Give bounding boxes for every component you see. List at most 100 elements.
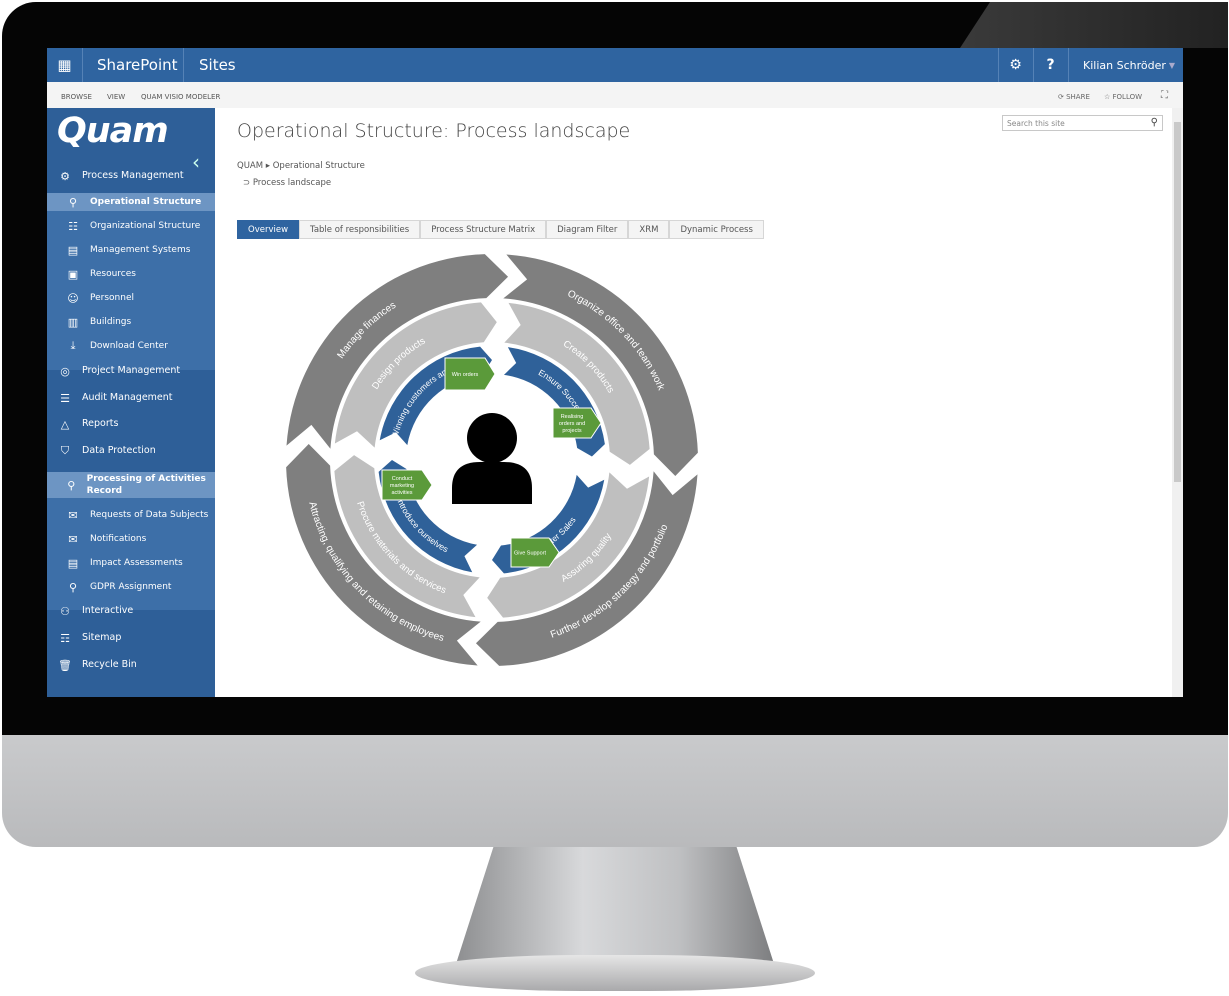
sidebar-item-buildings[interactable]: ▥ Buildings [47, 313, 215, 331]
doc-lock-icon: ▤ [67, 556, 79, 570]
monitor-stand [455, 847, 775, 967]
tab-xrm[interactable]: XRM [628, 220, 670, 239]
sidebar-item-label: Data Protection [82, 444, 156, 456]
tab-diagram-filter[interactable]: Diagram Filter [546, 220, 629, 239]
task-label: Give Support [514, 551, 547, 557]
sidebar-item-label: Buildings [90, 316, 132, 327]
task-label: Conduct marketing activities [390, 476, 414, 496]
help-button[interactable]: ? [1033, 48, 1067, 82]
suite-bar: ▦ SharePoint Sites ⚙ ? Kilian Schröder ▼ [47, 48, 1183, 82]
sidebar-item-data-protection[interactable]: ⛉ Data Protection [47, 442, 215, 460]
people-icon: ☺ [67, 291, 79, 305]
caret-down-icon: ▼ [1168, 61, 1175, 70]
audit-icon: ☰ [60, 391, 70, 405]
user-name: Kilian Schröder [1083, 59, 1166, 72]
sidebar-item-reports[interactable]: △ Reports [47, 415, 215, 433]
mail-lock-icon: ✉ [68, 508, 78, 522]
scrollbar[interactable] [1172, 108, 1183, 697]
share-icon: ⟳ [1058, 93, 1067, 101]
star-icon: ☆ [1104, 93, 1113, 101]
follow-button[interactable]: ☆ FOLLOW [1104, 93, 1142, 101]
tab-overview[interactable]: Overview [237, 220, 300, 239]
sidebar-item-notifications[interactable]: ✉ Notifications [47, 530, 215, 548]
sidebar-item-process-management[interactable]: ⚙ Process Management [47, 167, 215, 185]
document-icon: ▤ [67, 243, 79, 257]
sidebar-item-operational-structure[interactable]: ⚲ Operational Structure [47, 193, 215, 211]
sidebar-item-sitemap[interactable]: ☶ Sitemap [47, 629, 215, 647]
person-head-icon [467, 413, 517, 463]
gear-icon[interactable]: ⚙ [998, 48, 1032, 82]
sidebar-item-management-systems[interactable]: ▤ Management Systems [47, 241, 215, 259]
shield-icon: ⛉ [60, 444, 70, 457]
globe-icon: ◎ [60, 364, 70, 378]
divider [183, 48, 184, 82]
sidebar-item-label: Personnel [90, 292, 134, 303]
task-label: Win orders [452, 372, 479, 378]
sidebar-item-label: Resources [90, 268, 136, 279]
bezel-glare [960, 2, 1228, 48]
search-icon[interactable]: ⚲ [1151, 117, 1158, 128]
trash-icon: 🗑 [58, 658, 72, 672]
sidebar-item-interactive[interactable]: ⚇ Interactive [47, 602, 215, 620]
sidebar-item-label: Download Center [90, 340, 168, 351]
ribbon: BROWSE VIEW QUAM VISIO MODELER [47, 82, 1183, 108]
sidebar-item-personnel[interactable]: ☺ Personnel [47, 289, 215, 307]
current-page[interactable]: Process landscape [253, 178, 331, 188]
sidebar-item-requests-of-data-subjects[interactable]: ✉ Requests of Data Subjects [47, 506, 215, 524]
tab-table-of-responsibilities[interactable]: Table of responsibilities [299, 220, 421, 239]
ribbon-tab-visio-modeler[interactable]: QUAM VISIO MODELER [141, 93, 220, 101]
sidebar-item-processing-of-activities-record[interactable]: ⚲ Processing of Activities Record [47, 472, 215, 498]
sidebar-item-impact-assessments[interactable]: ▤ Impact Assessments [47, 554, 215, 572]
sidebar-item-label: Notifications [90, 533, 147, 544]
sidebar-item-label: Recycle Bin [82, 658, 137, 670]
breadcrumb-quam[interactable]: QUAM [237, 161, 263, 171]
sidebar-item-label: Reports [82, 417, 119, 429]
app-launcher-icon[interactable]: ▦ [47, 48, 83, 82]
page-title: Operational Structure: Process landscape [237, 120, 631, 142]
sidebar-item-label: Interactive [82, 604, 134, 616]
sidebar-item-organizational-structure[interactable]: ☷ Organizational Structure [47, 217, 215, 235]
sitemap-icon: ☶ [60, 631, 70, 645]
breadcrumb-operational-structure[interactable]: Operational Structure [273, 161, 365, 171]
sidebar-item-label: Organizational Structure [90, 220, 201, 231]
person-body-icon [452, 462, 532, 504]
monitor-chin [2, 735, 1228, 847]
search-input[interactable]: Search this site ⚲ [1002, 115, 1163, 131]
sidebar-item-label: Sitemap [82, 631, 122, 643]
user-menu[interactable]: Kilian Schröder ▼ [1068, 48, 1183, 82]
tab-dynamic-process[interactable]: Dynamic Process [669, 220, 764, 239]
sidebar-item-label: Process Management [82, 169, 184, 181]
sidebar-item-resources[interactable]: ▣ Resources [47, 265, 215, 283]
focus-mode-icon[interactable]: ⛶ [1161, 90, 1168, 101]
flow-icon: ⚲ [68, 580, 78, 594]
share-label: SHARE [1066, 93, 1090, 101]
scrollbar-thumb[interactable] [1174, 122, 1181, 482]
tab-process-structure-matrix[interactable]: Process Structure Matrix [420, 220, 547, 239]
sidebar-item-label: Requests of Data Subjects [90, 509, 209, 520]
sidebar-item-label: GDPR Assignment [90, 581, 172, 592]
sharepoint-link[interactable]: SharePoint [97, 56, 178, 74]
chart-icon: △ [60, 417, 70, 431]
sidebar-item-label: Audit Management [82, 391, 173, 403]
sidebar-item-project-management[interactable]: ◎ Project Management [47, 362, 215, 380]
share-button[interactable]: ⟳ SHARE [1058, 93, 1090, 101]
monitor-foot [415, 955, 815, 991]
sidebar-item-audit-management[interactable]: ☰ Audit Management [47, 389, 215, 407]
sites-link[interactable]: Sites [199, 56, 236, 74]
sidebar-item-label: Management Systems [90, 244, 191, 255]
gear-cluster-icon: ⚙ [60, 169, 70, 183]
sidebar-item-label: Project Management [82, 364, 181, 376]
sidebar-item-label: Operational Structure [90, 196, 202, 207]
follow-label: FOLLOW [1112, 93, 1143, 101]
sidebar-item-download-center[interactable]: ⤓ Download Center [47, 337, 215, 355]
sidebar-item-label: Processing of Activities Record [86, 473, 206, 496]
search-placeholder: Search this site [1007, 119, 1065, 128]
ribbon-tab-browse[interactable]: BROWSE [61, 93, 92, 101]
building-icon: ▥ [67, 315, 79, 329]
org-chart-icon: ☷ [68, 219, 78, 233]
sidebar-item-recycle-bin[interactable]: 🗑 Recycle Bin [47, 656, 215, 674]
ribbon-tab-view[interactable]: VIEW [107, 93, 125, 101]
sidebar-item-gdpr-assignment[interactable]: ⚲ GDPR Assignment [47, 578, 215, 596]
interactive-icon: ⚇ [60, 604, 70, 618]
task-label: Realising orders and projects [559, 414, 585, 434]
